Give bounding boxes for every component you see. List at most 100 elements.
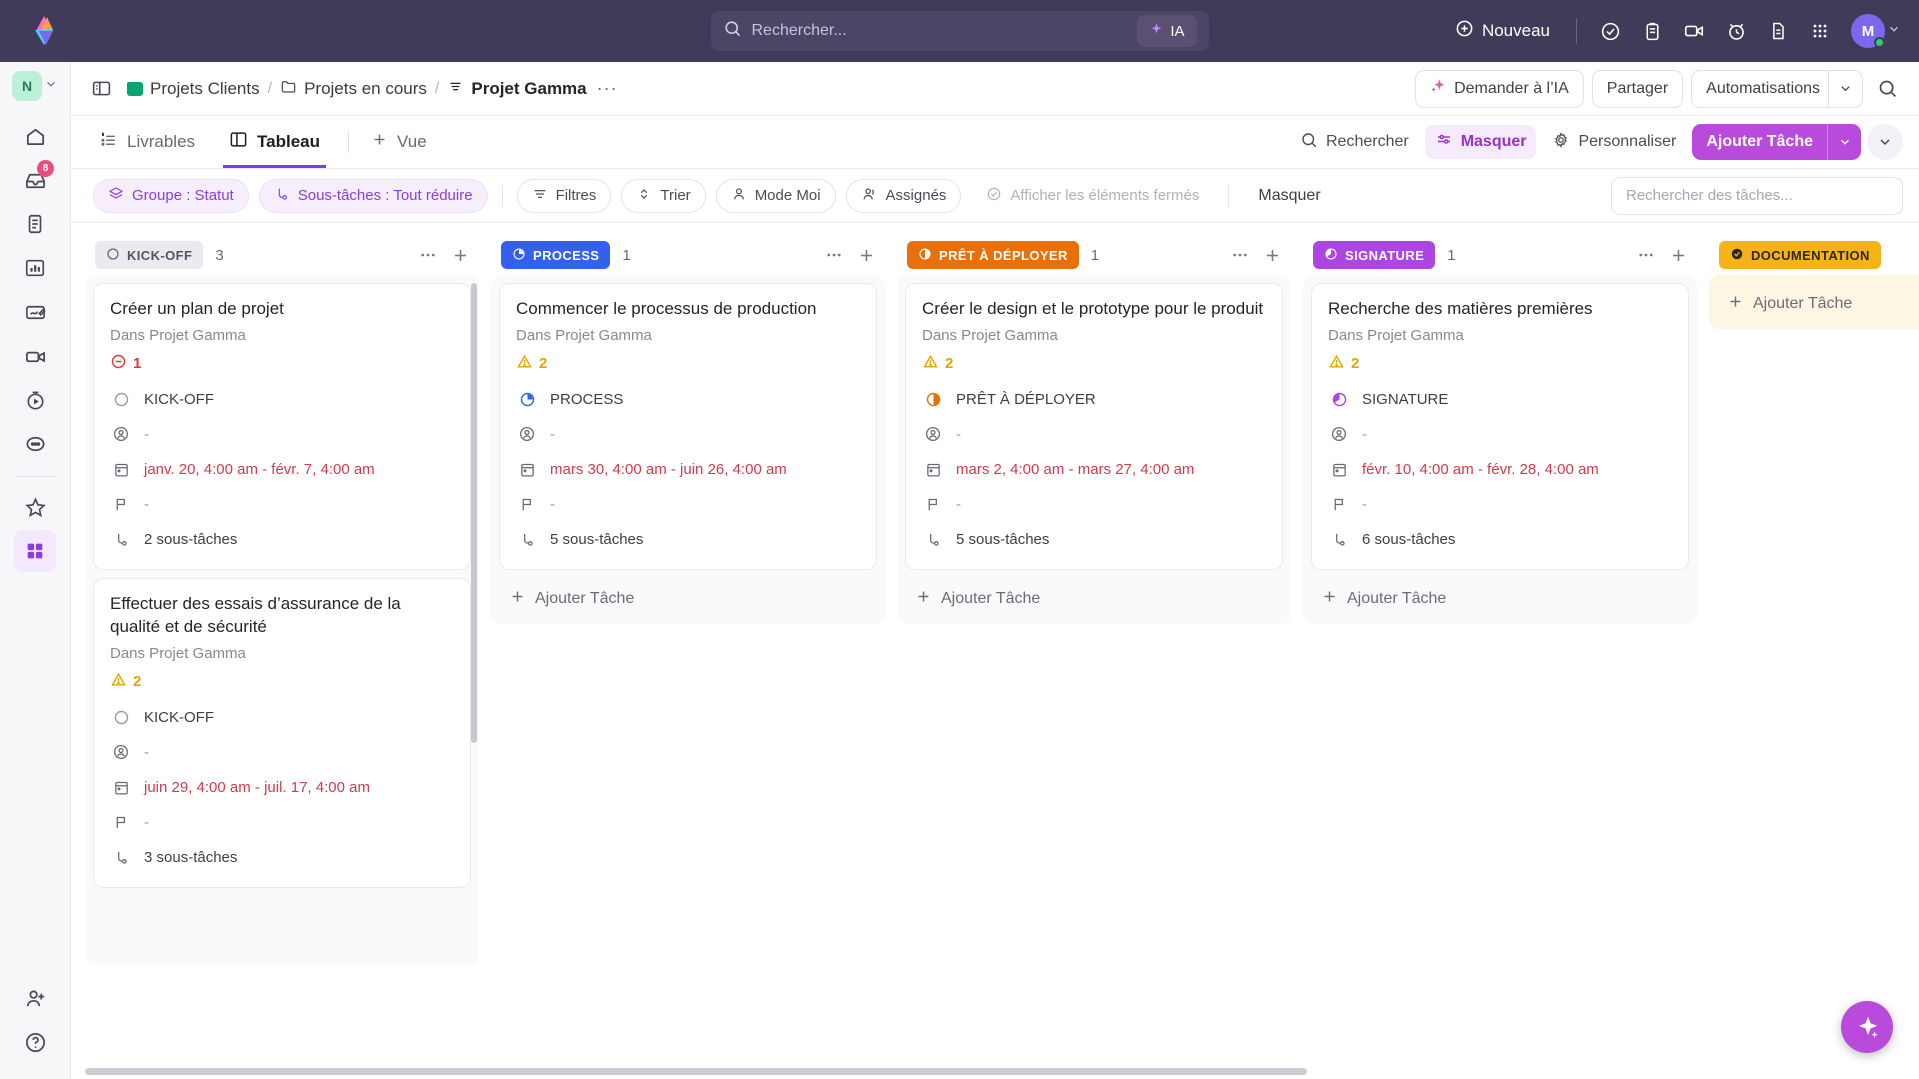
add-task-button[interactable]: Ajouter Tâche: [1692, 124, 1861, 160]
me-mode-pill[interactable]: Mode Moi: [716, 179, 836, 213]
ai-button[interactable]: IA: [1137, 15, 1196, 47]
task-subtasks-row[interactable]: 5 sous-tâches: [516, 522, 860, 557]
clipboard-icon[interactable]: [1633, 12, 1671, 50]
document-icon[interactable]: [1759, 12, 1797, 50]
breadcrumb-item-1[interactable]: Projets en cours: [280, 79, 427, 99]
task-dates-row[interactable]: janv. 20, 4:00 am - févr. 7, 4:00 am: [110, 452, 454, 487]
task-dates-row[interactable]: févr. 10, 4:00 am - févr. 28, 4:00 am: [1328, 452, 1672, 487]
task-dates-row[interactable]: juin 29, 4:00 am - juil. 17, 4:00 am: [110, 770, 454, 805]
show-closed-pill[interactable]: Afficher les éléments fermés: [971, 179, 1214, 213]
chevron-down-icon[interactable]: [1828, 71, 1862, 107]
task-priority-row[interactable]: -: [516, 487, 860, 522]
new-button[interactable]: Nouveau: [1443, 13, 1562, 49]
sidebar-item-dashboards[interactable]: [14, 247, 56, 289]
task-status-row[interactable]: KICK-OFF: [110, 382, 454, 417]
breadcrumb-more-button[interactable]: ···: [595, 78, 620, 99]
workspace-switcher[interactable]: N: [12, 71, 58, 101]
task-status-row[interactable]: PROCESS: [516, 382, 860, 417]
task-dates-row[interactable]: mars 2, 4:00 am - mars 27, 4:00 am: [922, 452, 1266, 487]
apps-grid-icon[interactable]: [1801, 12, 1839, 50]
column-more-icon[interactable]: [823, 244, 845, 266]
column-add-icon[interactable]: [449, 244, 471, 266]
column-add-task-button[interactable]: Ajouter Tâche: [905, 578, 1283, 618]
task-search-input[interactable]: [1611, 177, 1903, 215]
help-icon[interactable]: [14, 1021, 56, 1063]
task-subtasks-row[interactable]: 2 sous-tâches: [110, 522, 454, 557]
column-add-icon[interactable]: [1667, 244, 1689, 266]
sidebar-item-timer[interactable]: [14, 379, 56, 421]
breadcrumb-item-0[interactable]: Projets Clients: [127, 79, 260, 99]
task-warning-badge[interactable]: 2: [1328, 353, 1672, 374]
task-status-row[interactable]: SIGNATURE: [1328, 382, 1672, 417]
task-assignee-row[interactable]: -: [922, 417, 1266, 452]
search-icon[interactable]: [1871, 73, 1903, 105]
task-card[interactable]: Créer le design et le prototype pour le …: [905, 283, 1283, 570]
tab-tableau[interactable]: Tableau: [223, 116, 326, 168]
subtasks-pill[interactable]: Sous-tâches : Tout réduire: [259, 179, 488, 213]
sidebar-item-docs[interactable]: [14, 203, 56, 245]
view-options-button[interactable]: [1867, 124, 1903, 160]
customize-button[interactable]: Personnaliser: [1542, 125, 1686, 159]
status-badge[interactable]: KICK-OFF: [95, 241, 203, 269]
sidebar-item-clips[interactable]: [14, 335, 56, 377]
task-subtasks-row[interactable]: 5 sous-tâches: [922, 522, 1266, 557]
sidebar-item-favorites[interactable]: [14, 486, 56, 528]
column-add-task-button[interactable]: Ajouter Tâche: [499, 578, 877, 618]
check-circle-icon[interactable]: [1591, 12, 1629, 50]
view-search-button[interactable]: Rechercher: [1290, 125, 1419, 159]
ask-ai-button[interactable]: Demander à l’IA: [1415, 70, 1584, 108]
sidebar-item-chat[interactable]: [14, 423, 56, 465]
column-add-task-button[interactable]: Ajouter Tâche: [1311, 578, 1689, 618]
global-search[interactable]: IA: [711, 11, 1209, 51]
workspace-avatar[interactable]: N: [12, 71, 42, 101]
alarm-clock-icon[interactable]: [1717, 12, 1755, 50]
automations-button[interactable]: Automatisations: [1691, 70, 1863, 108]
sort-pill[interactable]: Trier: [621, 179, 705, 213]
task-card[interactable]: Commencer le processus de production Dan…: [499, 283, 877, 570]
chevron-down-icon[interactable]: [1827, 124, 1861, 160]
hide-fields-button[interactable]: Masquer: [1425, 125, 1537, 159]
sidebar-item-home[interactable]: [14, 115, 56, 157]
task-blocked-badge[interactable]: 1: [110, 353, 454, 374]
column-scrollbar[interactable]: [471, 283, 477, 743]
sidebar-item-whiteboards[interactable]: [14, 291, 56, 333]
task-dates-row[interactable]: mars 30, 4:00 am - juin 26, 4:00 am: [516, 452, 860, 487]
task-assignee-row[interactable]: -: [1328, 417, 1672, 452]
task-priority-row[interactable]: -: [922, 487, 1266, 522]
status-badge[interactable]: PRÊT À DÉPLOYER: [907, 241, 1079, 269]
task-subtasks-row[interactable]: 6 sous-tâches: [1328, 522, 1672, 557]
column-more-icon[interactable]: [1635, 244, 1657, 266]
task-priority-row[interactable]: -: [110, 487, 454, 522]
task-warning-badge[interactable]: 2: [922, 353, 1266, 374]
video-camera-icon[interactable]: [1675, 12, 1713, 50]
breadcrumb-item-2[interactable]: Projet Gamma: [447, 79, 586, 99]
task-subtasks-row[interactable]: 3 sous-tâches: [110, 840, 454, 875]
task-warning-badge[interactable]: 2: [516, 353, 860, 374]
share-button[interactable]: Partager: [1592, 70, 1683, 108]
sidebar-item-spaces[interactable]: [14, 530, 56, 572]
hide-pill[interactable]: Masquer: [1243, 179, 1335, 213]
user-menu[interactable]: M: [1851, 14, 1901, 48]
sidebar-toggle-icon[interactable]: [85, 73, 117, 105]
task-status-row[interactable]: KICK-OFF: [110, 700, 454, 735]
assignees-pill[interactable]: Assignés: [846, 179, 962, 213]
task-card[interactable]: Recherche des matières premières Dans Pr…: [1311, 283, 1689, 570]
status-badge[interactable]: SIGNATURE: [1313, 241, 1435, 269]
column-more-icon[interactable]: [417, 244, 439, 266]
task-assignee-row[interactable]: -: [110, 417, 454, 452]
filters-pill[interactable]: Filtres: [517, 179, 612, 213]
ai-assistant-fab[interactable]: [1841, 1001, 1893, 1053]
task-card[interactable]: Effectuer des essais d’assurance de la q…: [93, 578, 471, 888]
column-add-task-button[interactable]: Ajouter Tâche: [1717, 283, 1919, 323]
add-view-button[interactable]: Vue: [365, 116, 433, 168]
group-by-pill[interactable]: Groupe : Statut: [93, 179, 249, 213]
status-badge[interactable]: PROCESS: [501, 241, 610, 269]
board-horizontal-scrollbar[interactable]: [85, 1068, 1307, 1075]
clickup-logo[interactable]: [18, 16, 70, 46]
sidebar-item-inbox[interactable]: 8: [14, 159, 56, 201]
status-badge[interactable]: DOCUMENTATION: [1719, 241, 1881, 269]
column-add-icon[interactable]: [855, 244, 877, 266]
task-priority-row[interactable]: -: [1328, 487, 1672, 522]
task-card[interactable]: Créer un plan de projet Dans Projet Gamm…: [93, 283, 471, 570]
task-priority-row[interactable]: -: [110, 805, 454, 840]
